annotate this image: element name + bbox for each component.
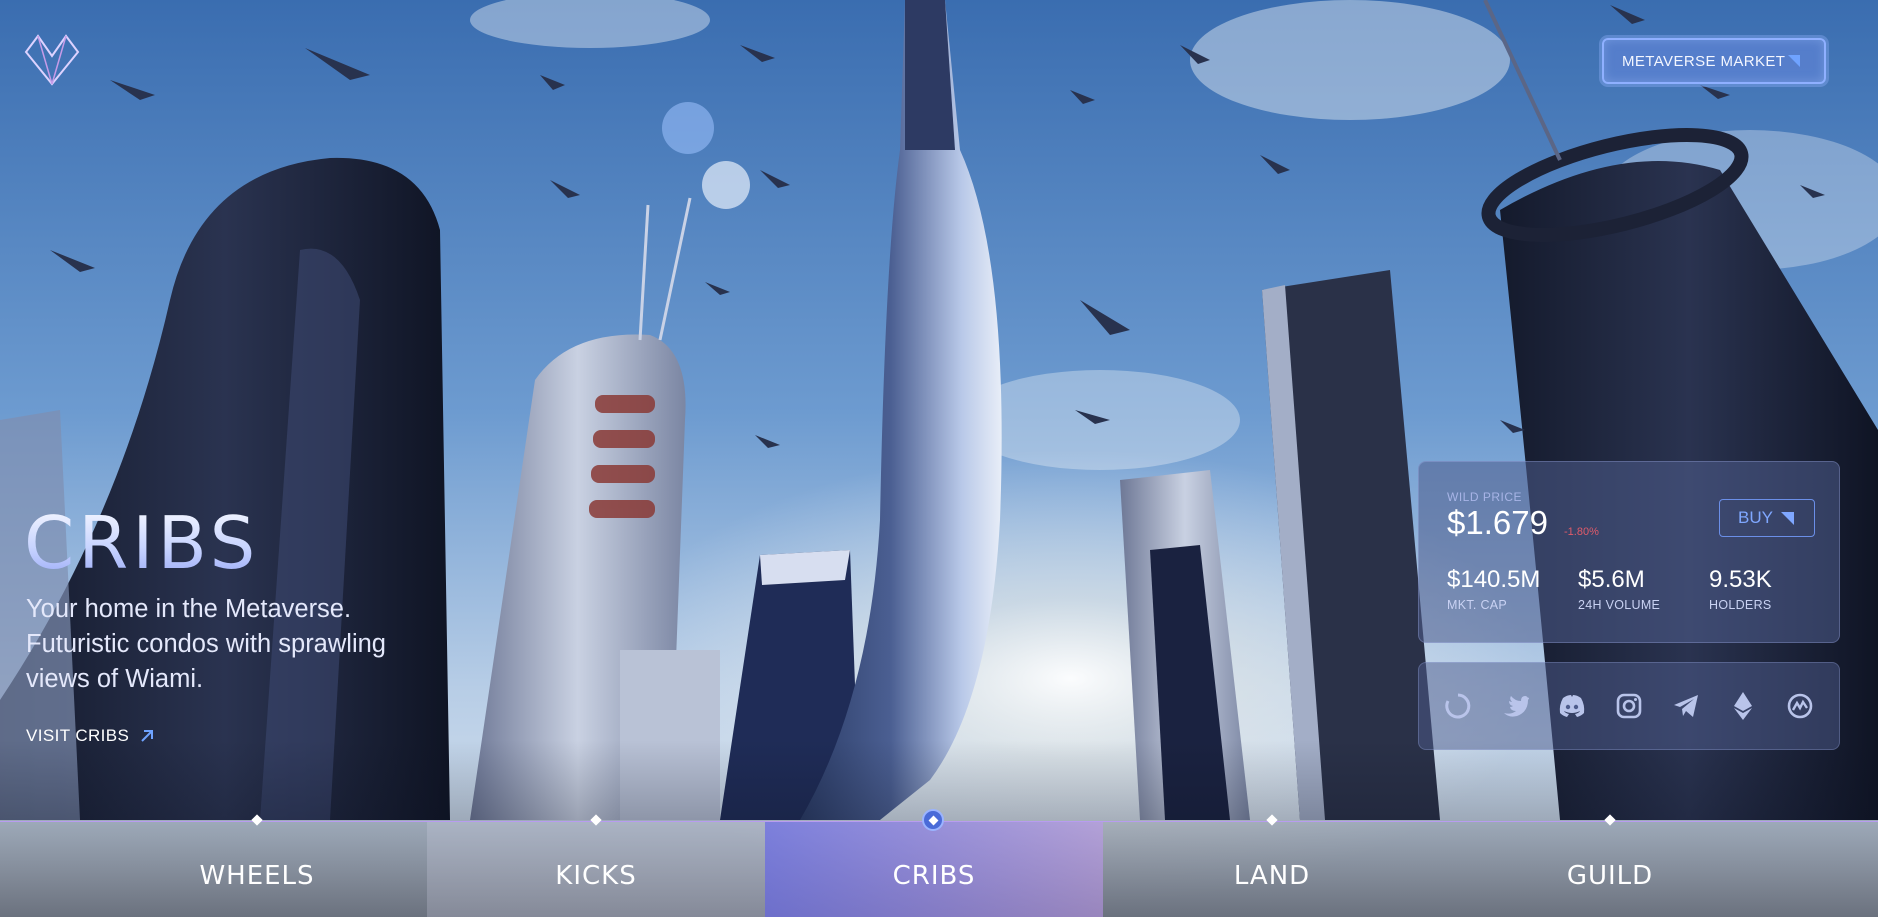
instagram-icon[interactable]: [1614, 691, 1644, 721]
hero-title: CRIBS: [24, 498, 259, 588]
visit-cribs-label: VISIT CRIBS: [26, 726, 130, 745]
tab-label: KICKS: [555, 860, 637, 891]
wild-price-change: -1.80%: [1564, 526, 1599, 538]
social-links-card: [1418, 662, 1840, 750]
arrow-up-right-icon: [141, 730, 154, 742]
wild-stats-card: WILD PRICE $1.679 -1.80% BUY $140.5M MKT…: [1418, 461, 1840, 643]
stat-label: 24H VOLUME: [1578, 598, 1661, 612]
hero-background-image: [0, 0, 1878, 917]
circle-icon[interactable]: [1443, 691, 1473, 721]
stat-value: 9.53K: [1709, 566, 1772, 593]
stat-label: MKT. CAP: [1447, 598, 1508, 612]
wild-price-label: WILD PRICE: [1447, 490, 1523, 504]
metaverse-market-label: METAVERSE MARKET: [1622, 52, 1786, 70]
stat-24h-volume: $5.6M 24H VOLUME: [1578, 566, 1660, 612]
tab-label: CRIBS: [892, 860, 976, 891]
corner-arrow-icon: [1781, 512, 1794, 525]
stat-value: $5.6M: [1578, 566, 1645, 593]
discord-icon[interactable]: [1557, 691, 1587, 721]
bottom-nav: WHEELS KICKS CRIBS LAND GUILD: [0, 809, 1878, 917]
visit-cribs-link[interactable]: VISIT CRIBS: [26, 726, 155, 746]
tab-label: LAND: [1233, 860, 1311, 891]
hero-description: Your home in the Metaverse. Futuristic c…: [26, 595, 386, 693]
tab-label: GUILD: [1566, 860, 1654, 891]
telegram-icon[interactable]: [1671, 691, 1701, 721]
tab-guild[interactable]: GUILD: [1441, 822, 1779, 917]
twitter-icon[interactable]: [1500, 691, 1530, 721]
tab-label: WHEELS: [199, 860, 315, 891]
corner-arrow-icon: [1788, 55, 1800, 67]
stat-value: $140.5M: [1447, 566, 1541, 593]
buy-button[interactable]: BUY: [1719, 499, 1815, 537]
wild-price-value: $1.679: [1447, 504, 1548, 541]
buy-label: BUY: [1738, 508, 1773, 527]
coinmarketcap-icon[interactable]: [1785, 691, 1815, 721]
metaverse-market-button[interactable]: METAVERSE MARKET: [1602, 38, 1826, 84]
tab-cribs[interactable]: CRIBS: [765, 822, 1103, 917]
tab-kicks[interactable]: KICKS: [427, 822, 765, 917]
stat-label: HOLDERS: [1709, 598, 1772, 612]
tab-wheels[interactable]: WHEELS: [88, 822, 426, 917]
nav-active-marker-icon: [922, 809, 944, 831]
wiami-logo-icon[interactable]: [24, 34, 80, 86]
stat-holders: 9.53K HOLDERS: [1709, 566, 1772, 612]
tab-land[interactable]: LAND: [1103, 822, 1441, 917]
ethereum-icon[interactable]: [1728, 691, 1758, 721]
stat-market-cap: $140.5M MKT. CAP: [1447, 566, 1540, 612]
